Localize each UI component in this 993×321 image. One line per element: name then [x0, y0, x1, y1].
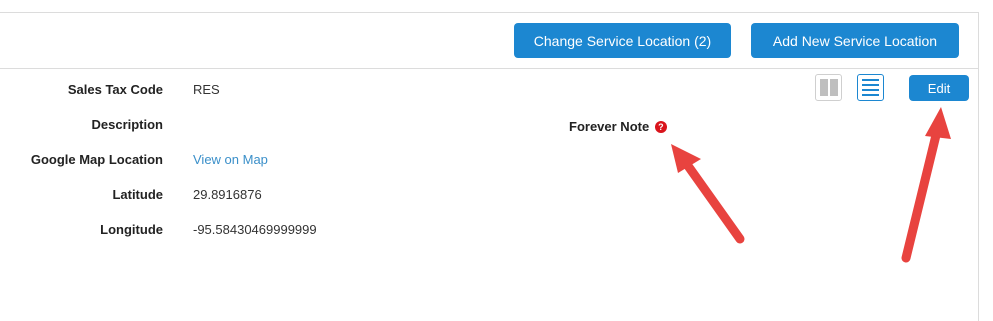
latitude-label: Latitude	[112, 187, 163, 202]
description-label: Description	[91, 117, 163, 132]
arrow-to-edit-button	[901, 107, 951, 263]
forever-note-text: Forever Note	[569, 119, 650, 134]
longitude-label: Longitude	[100, 222, 163, 237]
google-map-location-label: Google Map Location	[30, 152, 163, 167]
two-column-layout-icon[interactable]	[815, 74, 842, 101]
section-divider	[0, 68, 978, 69]
sales-tax-code-value: RES	[193, 82, 220, 97]
add-new-service-location-button[interactable]: Add New Service Location	[751, 23, 959, 58]
forever-note-label: Forever Note ?	[569, 119, 667, 134]
edit-button[interactable]: Edit	[909, 75, 969, 101]
change-service-location-button[interactable]: Change Service Location (2)	[514, 23, 731, 58]
panel-right-border	[978, 12, 979, 321]
arrow-to-forever-note	[671, 144, 745, 244]
sales-tax-code-label: Sales Tax Code	[67, 82, 163, 97]
list-layout-icon[interactable]	[857, 74, 884, 101]
longitude-value: -95.58430469999999	[193, 222, 317, 237]
view-on-map-link[interactable]: View on Map	[193, 152, 268, 167]
question-circle-icon[interactable]: ?	[654, 121, 667, 133]
latitude-value: 29.8916876	[193, 187, 262, 202]
panel-top-border	[0, 12, 978, 13]
